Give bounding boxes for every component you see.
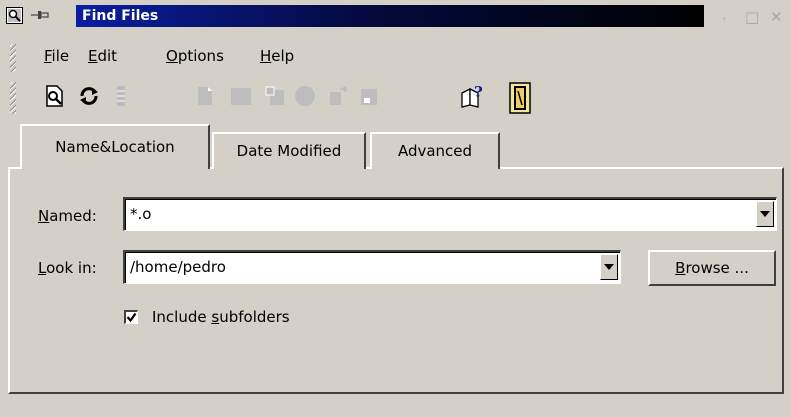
chevron-down-icon bbox=[760, 211, 770, 217]
menu-edit[interactable]: Edit bbox=[88, 45, 117, 67]
include-subfolders-checkbox[interactable] bbox=[124, 310, 138, 324]
lookin-input[interactable]: /home/pedro bbox=[130, 252, 226, 282]
menubar-grip[interactable] bbox=[10, 44, 16, 72]
menu-help[interactable]: Help bbox=[260, 45, 294, 67]
open-with-icon[interactable] bbox=[326, 83, 352, 109]
named-label: Named: bbox=[38, 207, 97, 225]
quit-icon[interactable] bbox=[506, 82, 534, 114]
lookin-dropdown-button[interactable] bbox=[600, 254, 618, 280]
tab-date-modified-label: Date Modified bbox=[236, 142, 342, 160]
tab-advanced-label: Advanced bbox=[397, 142, 473, 160]
toolbar-grip[interactable] bbox=[10, 82, 16, 114]
lookin-label: Look in: bbox=[38, 259, 97, 277]
close-icon[interactable]: ✕ bbox=[770, 10, 783, 25]
delete-icon[interactable] bbox=[262, 83, 288, 109]
title-bar[interactable]: Find Files · □ ✕ bbox=[0, 0, 791, 33]
minimize-icon[interactable]: · bbox=[722, 12, 727, 27]
open-folder-icon[interactable] bbox=[228, 83, 254, 109]
maximize-icon[interactable]: □ bbox=[745, 10, 759, 25]
svg-text:?: ? bbox=[474, 83, 483, 101]
menu-options[interactable]: Options bbox=[166, 45, 224, 67]
save-icon[interactable] bbox=[356, 83, 382, 109]
named-dropdown-button[interactable] bbox=[756, 201, 774, 227]
named-input[interactable]: *.o bbox=[130, 199, 151, 229]
tab-name-location[interactable]: Name&Location bbox=[20, 124, 210, 169]
checkmark-icon bbox=[126, 312, 137, 323]
tab-date-modified[interactable]: Date Modified bbox=[212, 132, 366, 169]
browse-button[interactable]: Browse ... bbox=[648, 250, 776, 286]
tab-advanced[interactable]: Advanced bbox=[370, 132, 500, 169]
pin-icon[interactable] bbox=[30, 8, 50, 22]
properties-icon[interactable] bbox=[292, 83, 318, 109]
menu-file[interactable]: File bbox=[44, 45, 69, 67]
window-menu-icon[interactable] bbox=[6, 7, 23, 24]
title-gradient bbox=[76, 5, 704, 27]
lookin-combobox[interactable]: /home/pedro bbox=[123, 250, 621, 284]
include-subfolders-label[interactable]: Include subfolders bbox=[152, 307, 290, 327]
tab-name-location-label: Name&Location bbox=[55, 138, 175, 156]
reset-icon[interactable] bbox=[76, 83, 102, 109]
stop-icon[interactable] bbox=[108, 83, 134, 109]
chevron-down-icon bbox=[604, 264, 614, 270]
window-title: Find Files bbox=[82, 8, 159, 24]
find-icon[interactable] bbox=[42, 83, 68, 109]
open-icon[interactable] bbox=[192, 83, 218, 109]
named-combobox[interactable]: *.o bbox=[123, 197, 777, 231]
help-icon[interactable]: ? bbox=[460, 83, 486, 109]
